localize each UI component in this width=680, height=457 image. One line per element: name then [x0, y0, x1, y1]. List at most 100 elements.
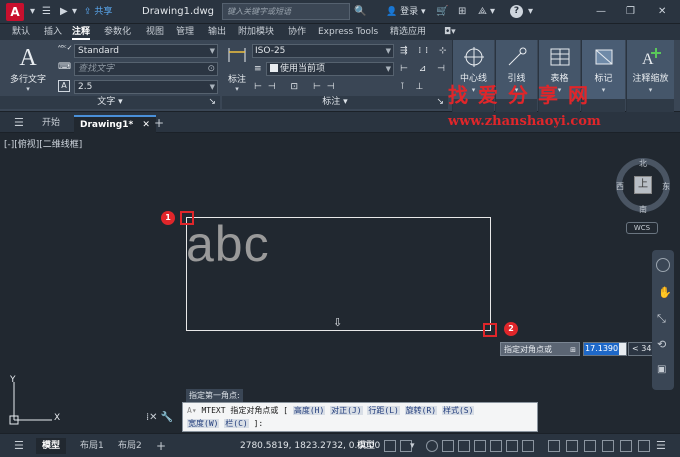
- mtext-button[interactable]: A 多行文字 ▾: [6, 44, 50, 96]
- help-icon[interactable]: ?: [510, 5, 523, 18]
- dim-panel-title[interactable]: 标注 ▾ ↘: [222, 96, 448, 109]
- panel-launcher-icon: ↘: [208, 97, 216, 107]
- tab-layout2[interactable]: 布局2: [112, 438, 148, 454]
- exchange-icon[interactable]: ⊞: [458, 5, 466, 19]
- tab-default[interactable]: 默认: [12, 26, 30, 38]
- compass-west[interactable]: 西: [616, 181, 624, 192]
- connect-caret-icon[interactable]: ▾: [490, 5, 495, 19]
- dim-tools-icons[interactable]: ⊢⊣ ⊡ ⊢⊣: [254, 82, 341, 92]
- app-logo[interactable]: A: [6, 3, 24, 21]
- compass-south[interactable]: 南: [639, 204, 647, 215]
- play-icon[interactable]: ▶: [60, 5, 68, 19]
- isolate-icon[interactable]: [620, 440, 632, 452]
- osnap-icon[interactable]: [490, 440, 502, 452]
- dim-small-tools-2-icons[interactable]: ⊢ ⊿ ⊣: [400, 64, 449, 74]
- app-menu-icon[interactable]: ☰: [8, 115, 30, 133]
- option-height[interactable]: 高度(H): [292, 406, 326, 415]
- option-justify[interactable]: 对正(J): [330, 406, 363, 415]
- tab-start[interactable]: 开始: [36, 115, 66, 133]
- compass-east[interactable]: 东: [662, 181, 670, 192]
- object-track-icon[interactable]: [474, 440, 486, 452]
- zoom-icon[interactable]: ⤡: [657, 312, 666, 326]
- annotation-visibility-icon[interactable]: [548, 440, 560, 452]
- steering-wheel-icon[interactable]: [656, 258, 670, 272]
- tab-model[interactable]: 模型: [36, 438, 67, 454]
- option-rotation[interactable]: 旋转(R): [404, 406, 438, 415]
- binoculars-icon[interactable]: 🔍: [354, 5, 366, 19]
- restore-icon[interactable]: ❐: [626, 5, 635, 19]
- dynamic-input-value[interactable]: 17.1390: [583, 342, 627, 356]
- search-input[interactable]: 键入关键字或短语: [222, 3, 350, 20]
- wcs-menu[interactable]: WCS: [626, 222, 658, 234]
- tab-featured-apps[interactable]: 精选应用: [390, 26, 426, 38]
- viewcube-top-face[interactable]: 上: [634, 176, 652, 194]
- pan-hand-icon[interactable]: ✋: [658, 286, 672, 299]
- share-button[interactable]: ⇪ 共享: [84, 5, 112, 19]
- add-tab-button[interactable]: +: [148, 115, 170, 133]
- command-line-tools-icon[interactable]: ⁞✕ 🔧: [146, 412, 173, 423]
- login-button[interactable]: 👤 登录 ▾: [386, 5, 426, 19]
- dim-style-combo[interactable]: ISO-25 ▼: [252, 44, 394, 58]
- dim-small-tools-icons[interactable]: ⇶ ⁞⁞ ⊹: [400, 46, 451, 56]
- customize-icon[interactable]: ☰: [656, 438, 666, 454]
- tab-layout1[interactable]: 布局1: [74, 438, 110, 454]
- dim-layer-combo[interactable]: 使用当前项 ▼: [266, 62, 394, 76]
- find-text-input[interactable]: 查找文字 ⊙: [74, 62, 218, 76]
- text-panel-title[interactable]: 文字 ▾ ↘: [0, 96, 220, 109]
- option-width[interactable]: 宽度(W): [187, 419, 220, 428]
- menu-caret-icon[interactable]: ▾: [30, 5, 35, 19]
- chevron-down-icon: ▼: [209, 83, 215, 91]
- text-style-value: Standard: [78, 46, 119, 56]
- add-layout-button[interactable]: +: [150, 438, 172, 454]
- annotation-scale-status-icon[interactable]: [566, 440, 578, 452]
- help-caret-icon[interactable]: ▾: [528, 5, 533, 19]
- minimize-icon[interactable]: —: [596, 5, 606, 19]
- ribbon-toggle-icon[interactable]: ◘▾: [444, 26, 456, 38]
- hamburger-icon[interactable]: ☰: [42, 5, 51, 19]
- quick-access-caret-icon[interactable]: ▾: [72, 5, 77, 19]
- tab-insert[interactable]: 插入: [44, 26, 62, 38]
- annotation-scale-button[interactable]: A 注释缩放 ▾: [626, 40, 674, 112]
- option-columns[interactable]: 栏(C): [224, 419, 249, 428]
- dynamic-options-icon[interactable]: ⊞: [570, 343, 576, 357]
- option-style[interactable]: 样式(S): [441, 406, 475, 415]
- dimension-button[interactable]: 标注 ▾: [224, 44, 250, 94]
- lineweight-icon[interactable]: [506, 440, 518, 452]
- grid-icon[interactable]: [384, 440, 396, 452]
- tab-collaborate[interactable]: 协作: [288, 26, 306, 38]
- find-text-placeholder: 查找文字: [78, 64, 115, 74]
- compass-north[interactable]: 北: [639, 158, 647, 169]
- layout-menu-icon[interactable]: ☰: [8, 438, 30, 454]
- units-icon[interactable]: [602, 440, 614, 452]
- tab-view[interactable]: 视图: [146, 26, 164, 38]
- workspace-icon[interactable]: [584, 440, 596, 452]
- close-icon[interactable]: ✕: [658, 5, 666, 19]
- tab-addins[interactable]: 附加模块: [238, 26, 274, 38]
- orbit-icon[interactable]: ⟲: [657, 338, 666, 351]
- model-space-button[interactable]: 模型: [357, 438, 375, 454]
- viewport-label[interactable]: [-][俯视][二维线框]: [4, 137, 82, 150]
- transparency-icon[interactable]: [522, 440, 534, 452]
- connect-icon[interactable]: ⟁: [478, 5, 487, 19]
- ortho-icon[interactable]: [426, 440, 438, 452]
- command-line[interactable]: A▾ MTEXT 指定对角点或 [ 高度(H) 对正(J) 行距(L) 旋转(R…: [182, 402, 538, 432]
- tab-parametric[interactable]: 参数化: [104, 26, 131, 38]
- marker-1-badge: 1: [161, 211, 175, 225]
- isodraft-icon[interactable]: [458, 440, 470, 452]
- hardware-accel-icon[interactable]: [638, 440, 650, 452]
- mtext-preview: abc: [186, 216, 270, 272]
- tab-express-tools[interactable]: Express Tools: [318, 26, 378, 38]
- dim-small-tools-3-icons[interactable]: ⊺ ⊥: [400, 82, 427, 92]
- polar-icon[interactable]: [442, 440, 454, 452]
- tab-annotate[interactable]: 注释: [72, 26, 91, 40]
- text-height-combo[interactable]: 2.5 ▼: [74, 80, 218, 94]
- text-style-combo[interactable]: Standard ▼: [74, 44, 218, 58]
- opposite-corner-marker: [483, 323, 497, 337]
- snap-caret-icon[interactable]: ▾: [410, 438, 415, 454]
- cart-icon[interactable]: 🛒: [436, 5, 448, 19]
- tab-manage[interactable]: 管理: [176, 26, 194, 38]
- tab-output[interactable]: 输出: [208, 26, 226, 38]
- option-line-spacing[interactable]: 行距(L): [367, 406, 400, 415]
- showmotion-icon[interactable]: ▣: [657, 364, 666, 375]
- tab-drawing1[interactable]: Drawing1* ✕: [74, 115, 156, 133]
